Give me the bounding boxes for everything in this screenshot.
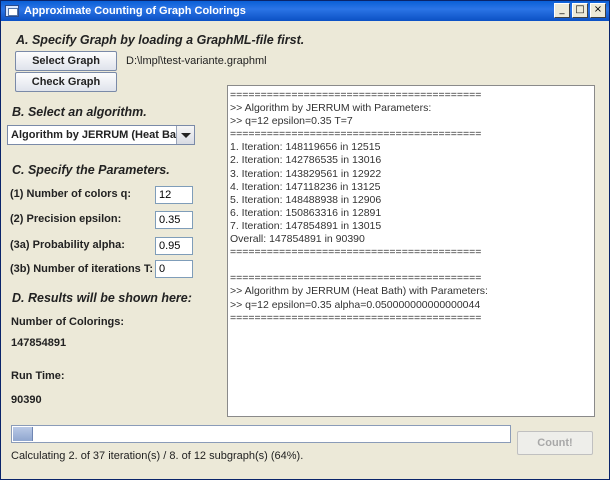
section-a-heading: A. Specify Graph by loading a GraphML-fi… <box>16 33 305 47</box>
log-line: 2. Iteration: 142786535 in 13016 <box>230 154 382 167</box>
minimize-icon[interactable]: _ <box>554 3 570 18</box>
algorithm-select[interactable]: Algorithm by JERRUM (Heat Bath) <box>7 125 195 145</box>
runtime-value: 90390 <box>11 394 42 406</box>
window-title: Approximate Counting of Graph Colorings <box>24 5 246 17</box>
iterations-t-input[interactable] <box>155 260 193 278</box>
log-line: 1. Iteration: 148119656 in 12515 <box>230 141 381 154</box>
log-line: ========================================… <box>230 246 482 259</box>
check-graph-button[interactable]: Check Graph <box>15 72 117 92</box>
log-line: Overall: 147854891 in 90390 <box>230 233 365 246</box>
log-line: >> q=12 epsilon=0.35 T=7 <box>230 115 353 128</box>
algorithm-selected-value: Algorithm by JERRUM (Heat Bath) <box>11 129 191 141</box>
log-line: 7. Iteration: 147854891 in 13015 <box>230 219 382 232</box>
param-iterations-label: (3b) Number of iterations T: <box>10 263 154 275</box>
select-graph-button[interactable]: Select Graph <box>15 51 117 71</box>
main-window: Approximate Counting of Graph Colorings … <box>0 0 610 480</box>
log-line: ========================================… <box>230 89 482 101</box>
section-d-heading: D. Results will be shown here: <box>12 291 192 305</box>
log-line: ========================================… <box>230 272 482 285</box>
maximize-icon[interactable]: □ <box>572 3 588 18</box>
epsilon-input[interactable] <box>155 211 193 229</box>
close-icon[interactable]: × <box>590 3 606 18</box>
log-line: 5. Iteration: 148488938 in 12906 <box>230 193 382 206</box>
colorings-label: Number of Colorings: <box>11 316 125 328</box>
log-line: >> Algorithm by JERRUM (Heat Bath) with … <box>230 285 488 298</box>
log-line: 3. Iteration: 143829561 in 12922 <box>230 167 382 180</box>
progress-bar <box>11 425 511 443</box>
graph-file-path: D:\lmpl\test-variante.graphml <box>126 55 267 67</box>
results-log[interactable]: ========================================… <box>227 85 595 417</box>
runtime-label: Run Time: <box>11 370 65 382</box>
log-line: 4. Iteration: 147118236 in 13125 <box>230 180 381 193</box>
window-controls: _ □ × <box>554 3 606 18</box>
log-line: 6. Iteration: 150863316 in 12891 <box>230 206 382 219</box>
colorings-value: 147854891 <box>11 337 67 349</box>
log-line: >> Algorithm by JERRUM with Parameters: <box>230 102 432 115</box>
count-button[interactable]: Count! <box>517 431 593 455</box>
section-b-heading: B. Select an algorithm. <box>12 105 147 119</box>
param-alpha-label: (3a) Probability alpha: <box>10 239 125 251</box>
colors-q-input[interactable] <box>155 186 193 204</box>
log-line: ========================================… <box>230 128 482 141</box>
section-c-heading: C. Specify the Parameters. <box>12 163 170 177</box>
app-window-icon <box>5 5 19 17</box>
alpha-input[interactable] <box>155 237 193 255</box>
status-text: Calculating 2. of 37 iteration(s) / 8. o… <box>11 450 304 462</box>
param-epsilon-label: (2) Precision epsilon: <box>10 213 122 225</box>
log-line: ========================================… <box>230 311 482 324</box>
title-bar[interactable]: Approximate Counting of Graph Colorings … <box>1 1 609 21</box>
param-colors-label: (1) Number of colors q: <box>10 188 132 200</box>
log-line: >> q=12 epsilon=0.35 alpha=0.05000000000… <box>230 298 481 311</box>
progress-fill <box>13 427 33 441</box>
chevron-down-icon[interactable] <box>176 126 194 144</box>
